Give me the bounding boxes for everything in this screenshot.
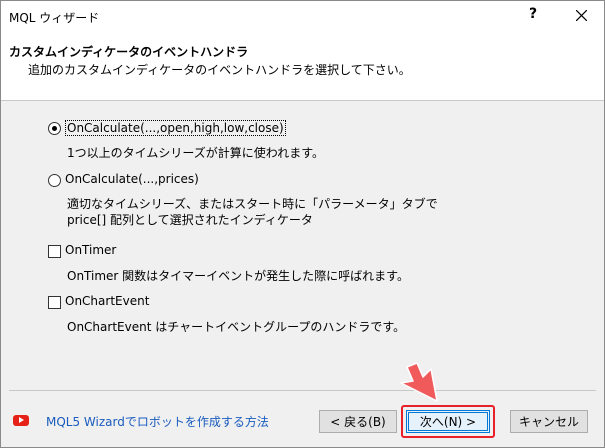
title-bar: MQL ウィザード ? xyxy=(1,1,604,32)
radio-button[interactable] xyxy=(48,122,61,135)
option-description: OnChartEvent はチャートイベントグループのハンドラです。 xyxy=(67,320,406,334)
youtube-icon xyxy=(13,415,29,426)
radio-button[interactable] xyxy=(48,174,61,187)
option-label[interactable]: OnChartEvent xyxy=(65,294,149,308)
help-link-text[interactable]: MQL5 Wizardでロボットを作成する方法 xyxy=(46,413,269,430)
checkbox[interactable] xyxy=(48,245,61,258)
next-button-highlight xyxy=(401,405,495,438)
options-panel: OnCalculate(...,open,high,low,close) 1つ以… xyxy=(1,101,604,391)
close-button[interactable] xyxy=(567,3,597,29)
cancel-button[interactable]: キャンセル xyxy=(510,410,588,433)
back-button[interactable]: < 戻る(B) xyxy=(319,410,397,433)
wizard-window: MQL ウィザード ? カスタムインディケータのイベントハンドラ 追加のカスタム… xyxy=(0,0,605,448)
close-icon xyxy=(576,10,587,21)
option-description: OnTimer 関数はタイマーイベントが発生した際に呼ばれます。 xyxy=(67,269,409,283)
option-description: price[] 配列として選択されたインディケータ xyxy=(67,213,313,227)
checkbox[interactable] xyxy=(48,296,61,309)
header-subtitle: 追加のカスタムインディケータのイベントハンドラを選択して下さい。 xyxy=(28,63,411,77)
window-title: MQL ウィザード xyxy=(9,11,100,25)
help-button[interactable]: ? xyxy=(529,6,537,22)
option-description: 適切なタイムシリーズ、またはスタート時に「パラーメータ」タブで xyxy=(67,197,438,211)
option-description: 1つ以上のタイムシリーズが計算に使われます。 xyxy=(67,146,324,160)
pointer-arrow-icon xyxy=(400,362,438,402)
option-label[interactable]: OnCalculate(...,open,high,low,close) xyxy=(65,120,286,136)
header-title: カスタムインディケータのイベントハンドラ xyxy=(9,45,249,59)
wizard-header: カスタムインディケータのイベントハンドラ 追加のカスタムインディケータのイベント… xyxy=(1,32,604,101)
option-label[interactable]: OnCalculate(...,prices) xyxy=(65,172,199,186)
option-label[interactable]: OnTimer xyxy=(65,243,116,257)
footer-divider xyxy=(9,390,596,391)
